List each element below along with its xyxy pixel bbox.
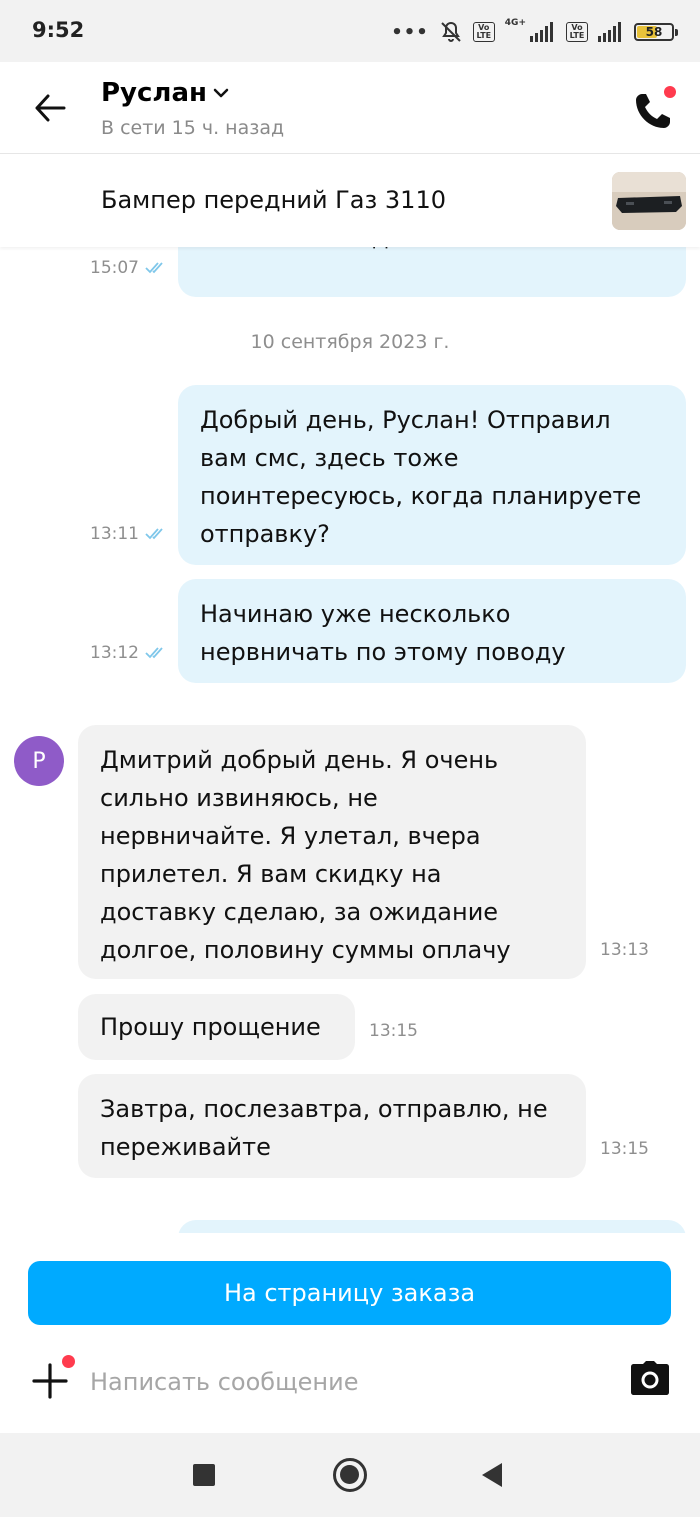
message-bubble-outgoing[interactable]: понимать когда -чего xyxy=(178,247,686,297)
notification-dot xyxy=(664,86,676,98)
chevron-down-icon xyxy=(213,88,229,98)
double-check-icon xyxy=(145,262,163,274)
chat-header: Руслан В сети 15 ч. назад xyxy=(0,62,700,154)
double-check-icon xyxy=(145,647,163,659)
plus-icon xyxy=(32,1363,68,1399)
listing-bar[interactable]: Бампер передний Газ 3110 xyxy=(0,155,700,247)
contact-status: В сети 15 ч. назад xyxy=(101,117,285,139)
message-text: Добрый день, Руслан! Отправил вам смс, з… xyxy=(200,406,642,548)
volte-icon: Vo LTE xyxy=(472,22,495,42)
order-page-button[interactable]: На страницу заказа xyxy=(28,1261,671,1325)
listing-title: Бампер передний Газ 3110 xyxy=(101,186,446,214)
message-time: 13:12 xyxy=(90,643,171,663)
status-bar: 9:52 ••• Vo LTE 4G+ Vo LTE 58 xyxy=(0,0,700,62)
message-input[interactable] xyxy=(90,1360,590,1404)
arrow-left-icon xyxy=(35,94,66,122)
date-separator: 10 сентября 2023 г. xyxy=(250,331,450,353)
bumper-image xyxy=(612,172,686,230)
battery-cap xyxy=(675,29,678,36)
message-bubble-outgoing[interactable]: Добрый день, Руслан! Отправил вам смс, з… xyxy=(178,385,686,565)
message-time: 15:07 xyxy=(90,258,171,278)
battery-icon: 58 xyxy=(634,23,678,41)
call-button[interactable] xyxy=(630,84,680,134)
network-type: 4G+ xyxy=(504,18,526,28)
status-icons: ••• Vo LTE 4G+ Vo LTE 58 xyxy=(391,18,678,46)
more-notifications-icon: ••• xyxy=(391,21,429,43)
message-time: 13:13 xyxy=(600,940,649,960)
message-time: 13:15 xyxy=(600,1139,649,1159)
camera-button[interactable] xyxy=(630,1360,670,1396)
listing-thumbnail[interactable] xyxy=(612,172,686,230)
muted-bell-icon xyxy=(441,21,461,42)
volte-icon-2: Vo LTE xyxy=(566,22,588,42)
back-button[interactable] xyxy=(28,86,72,130)
chat-area[interactable]: 15:07 понимать когда -чего 10 сентября 2… xyxy=(0,247,700,1233)
battery-level: 58 xyxy=(645,25,663,39)
notification-dot xyxy=(62,1355,75,1368)
message-bubble-outgoing-partial[interactable] xyxy=(178,1220,686,1233)
message-bubble-incoming[interactable]: Дмитрий добрый день. Я очень сильно изви… xyxy=(78,725,586,979)
avatar[interactable]: Р xyxy=(14,736,64,786)
message-text: Дмитрий добрый день. Я очень сильно изви… xyxy=(100,746,511,964)
message-time: 13:11 xyxy=(90,524,171,544)
system-back-button[interactable] xyxy=(482,1463,502,1487)
compose-area: На страницу заказа xyxy=(0,1233,700,1433)
contact-name: Руслан xyxy=(101,78,207,108)
message-bubble-incoming[interactable]: Прошу прощение xyxy=(78,994,355,1060)
double-check-icon xyxy=(145,528,163,540)
home-button[interactable] xyxy=(333,1458,367,1492)
status-time: 9:52 xyxy=(32,18,85,42)
camera-icon xyxy=(631,1361,669,1395)
message-text: Начинаю уже несколько нервничать по этом… xyxy=(200,600,566,666)
message-text: понимать когда -чего xyxy=(200,247,476,256)
message-time: 13:15 xyxy=(369,1021,418,1041)
contact-name-button[interactable]: Руслан xyxy=(101,78,229,108)
signal-icon xyxy=(530,22,553,42)
message-bubble-incoming[interactable]: Завтра, послезавтра, отправлю, не пережи… xyxy=(78,1074,586,1178)
message-text: Прошу прощение xyxy=(100,1013,321,1041)
message-bubble-outgoing[interactable]: Начинаю уже несколько нервничать по этом… xyxy=(178,579,686,683)
recents-button[interactable] xyxy=(193,1464,215,1486)
message-text: Завтра, послезавтра, отправлю, не пережи… xyxy=(100,1095,548,1161)
signal-icon-2 xyxy=(598,22,621,42)
system-nav-bar xyxy=(0,1433,700,1517)
